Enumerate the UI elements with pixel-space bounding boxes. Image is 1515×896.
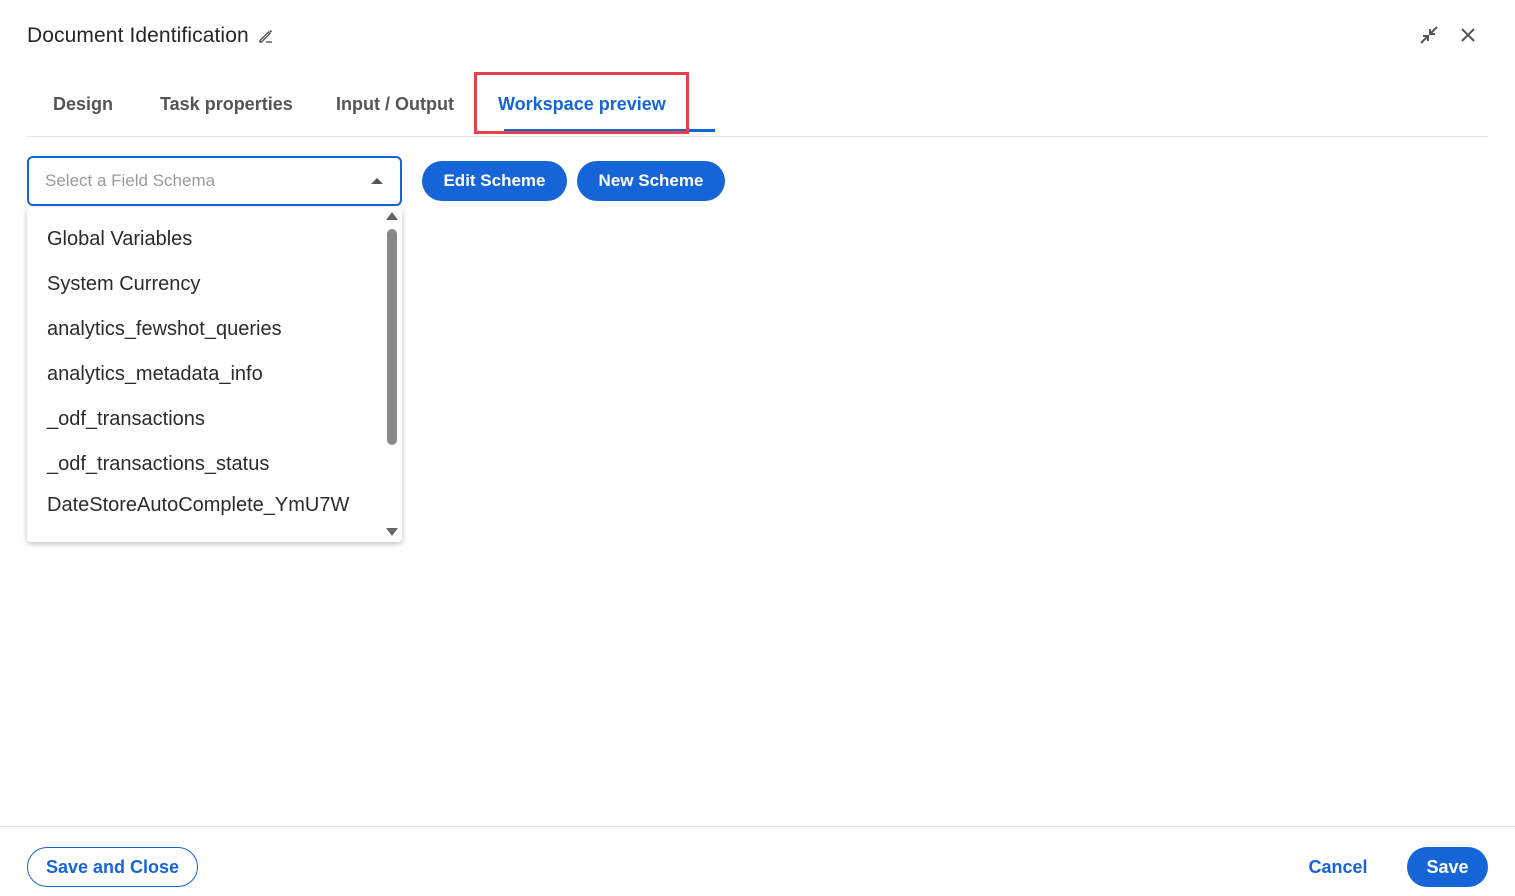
scroll-up-arrow-icon[interactable] <box>386 212 398 220</box>
caret-up-icon <box>371 178 383 184</box>
active-tab-indicator <box>504 129 715 132</box>
edit-scheme-button[interactable]: Edit Scheme <box>422 161 567 201</box>
tab-task-properties[interactable]: Task properties <box>160 74 293 135</box>
tab-workspace-preview[interactable]: Workspace preview <box>498 74 666 135</box>
tab-input-output[interactable]: Input / Output <box>336 74 454 135</box>
dropdown-option[interactable]: System Currency <box>47 273 200 296</box>
new-scheme-button[interactable]: New Scheme <box>577 161 725 201</box>
dropdown-option[interactable]: _odf_transactions <box>47 408 205 431</box>
dropdown-option[interactable]: Global Variables <box>47 228 192 251</box>
tab-design[interactable]: Design <box>53 74 113 135</box>
dropdown-option[interactable]: DateStoreAutoComplete_YmU7W <box>47 494 349 517</box>
scroll-down-arrow-icon[interactable] <box>386 528 398 536</box>
field-schema-placeholder: Select a Field Schema <box>45 171 216 190</box>
dropdown-option[interactable]: analytics_metadata_info <box>47 363 263 386</box>
dialog-title: Document Identification <box>27 22 275 50</box>
dialog-title-text: Document Identification <box>27 24 249 47</box>
tab-bar: Design Task properties Input / Output Wo… <box>27 74 1488 137</box>
pencil-icon[interactable] <box>257 27 275 45</box>
dropdown-option[interactable]: _odf_transactions_status <box>47 453 269 476</box>
field-schema-select[interactable]: Select a Field Schema <box>27 156 402 206</box>
scrollbar-thumb[interactable] <box>387 229 397 445</box>
cancel-button[interactable]: Cancel <box>1300 847 1376 887</box>
field-schema-dropdown: Global Variables System Currency analyti… <box>27 207 402 542</box>
save-button[interactable]: Save <box>1407 847 1488 887</box>
footer-divider <box>0 826 1515 827</box>
save-and-close-button[interactable]: Save and Close <box>27 847 198 887</box>
dropdown-option[interactable]: analytics_fewshot_queries <box>47 318 282 341</box>
collapse-arrows-icon[interactable] <box>1416 22 1442 48</box>
close-icon[interactable] <box>1455 22 1481 48</box>
